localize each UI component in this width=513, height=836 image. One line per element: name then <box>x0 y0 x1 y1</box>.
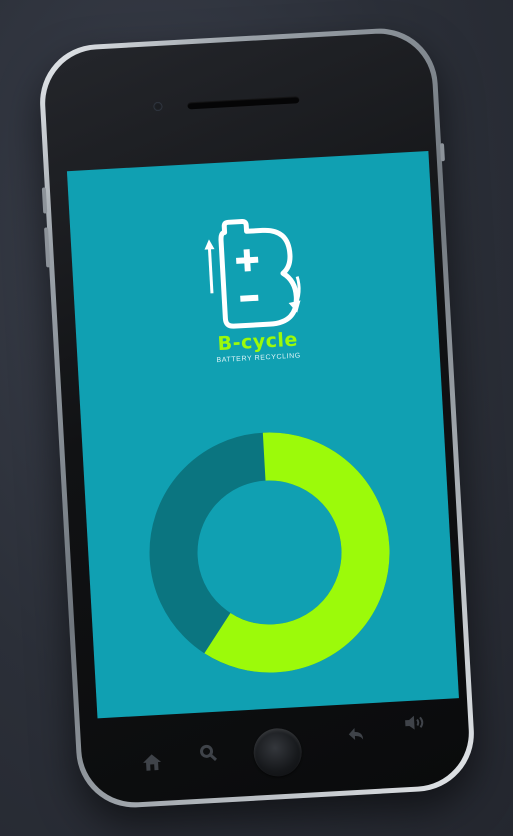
phone-device: B-cycle BATTERY RECYCLING <box>36 25 478 811</box>
scene: B-cycle BATTERY RECYCLING <box>0 0 513 836</box>
front-camera <box>153 101 163 112</box>
brand-logo: B-cycle BATTERY RECYCLING <box>171 209 339 367</box>
power-button <box>439 143 445 162</box>
volume-icon[interactable] <box>404 714 427 736</box>
screen: B-cycle BATTERY RECYCLING <box>66 151 459 719</box>
battery-b-logo-icon <box>204 219 301 329</box>
progress-donut <box>141 424 398 681</box>
search-icon[interactable] <box>199 744 218 768</box>
back-icon[interactable] <box>346 725 367 747</box>
phone-body: B-cycle BATTERY RECYCLING <box>42 30 472 806</box>
bottom-nav-bar <box>99 715 464 798</box>
earpiece-speaker <box>187 96 300 110</box>
home-icon[interactable] <box>142 753 163 777</box>
home-button[interactable] <box>252 727 303 778</box>
